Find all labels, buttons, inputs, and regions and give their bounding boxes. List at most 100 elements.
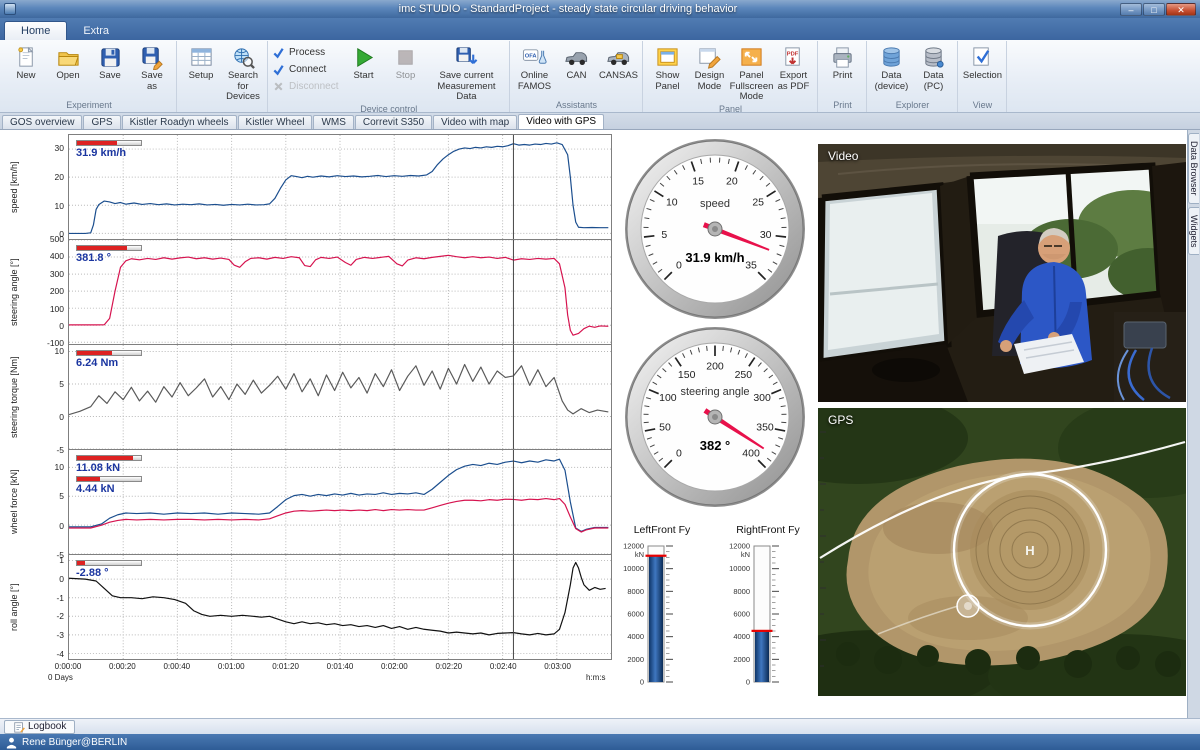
document-tab-bar: GOS overviewGPSKistler Roadyn wheelsKist… [0,113,1200,130]
side-tab-widgets[interactable]: Widgets [1188,207,1199,256]
ribbon-tab-home[interactable]: Home [4,21,67,40]
can-icon [564,45,589,70]
ribbon-group-device-control: ProcessConnect Disconnect Start Stop Save cu… [268,41,510,112]
y-tick-label: 10 [22,201,64,211]
new-document-icon [14,45,39,70]
svg-text:50: 50 [659,421,671,433]
maximize-button[interactable]: □ [1143,3,1165,16]
chart-steering-torque-nm: steering torque [Nm]1050-56.24 Nm [6,344,612,450]
y-tick-label: 400 [22,251,64,261]
svg-text:5: 5 [661,229,667,241]
process-button[interactable]: Process [272,44,338,61]
logbook-tab[interactable]: Logbook [4,720,75,734]
y-tick-label: 300 [22,269,64,279]
save-button[interactable]: Save [90,42,130,100]
show-panel-button[interactable]: Show Panel [647,42,687,100]
readout-value: 11.08 kN [76,462,142,474]
design-mode-button[interactable]: Design Mode [689,42,729,100]
disconnect-button: Disconnect [272,78,338,95]
button-label: Selection [963,71,1002,82]
svg-text:0: 0 [746,678,750,687]
connect-check-icon [272,63,285,76]
readout-value: 381.8 ° [76,252,142,264]
save-icon [98,45,123,70]
new-button[interactable]: New [6,42,46,100]
ribbon-group-label: Explorer [870,100,954,112]
button-label: Disconnect [289,81,338,92]
svg-text:4000: 4000 [733,632,750,641]
button-label: Start [353,71,373,82]
cansas-button[interactable]: CANSAS [598,42,638,100]
meter-bar [649,556,663,682]
readout-value: 6.24 Nm [76,357,142,369]
chart-plot-roll-angle[interactable]: -2.88 ° [68,554,612,660]
print-button[interactable]: Print [822,42,862,100]
ribbon-tab-extra[interactable]: Extra [67,22,125,40]
gauge-value: 382 ° [700,438,731,453]
panel-tab-gos-overview[interactable]: GOS overview [2,115,82,129]
svg-text:150: 150 [678,369,696,381]
svg-text:400: 400 [742,448,760,460]
x-tick-label: 0:00:20 [102,662,142,671]
fullscreen-icon [739,45,764,70]
y-tick-label: 30 [22,143,64,153]
readout-value: -2.88 ° [76,567,142,579]
y-tick-label: 1 [22,555,64,565]
panel-fullscreen-mode-button[interactable]: Panel Fullscreen Mode [731,42,771,104]
data-device-button[interactable]: Data (device) [871,42,911,100]
gps-widget: H GPS [818,408,1186,696]
panel-tab-kistler-roadyn-wheels[interactable]: Kistler Roadyn wheels [122,115,237,129]
readout-bar-fill [77,351,112,355]
button-label: CAN [566,71,586,82]
search-devices-icon [231,45,256,70]
online-famos-button[interactable]: OFAOnline FAMOS [514,42,554,100]
save-current-measurement-data-button[interactable]: Save current Measurement Data [427,42,505,104]
logbook-icon [13,721,25,733]
panel-tab-video-with-map[interactable]: Video with map [433,115,517,129]
svg-text:6000: 6000 [627,610,644,619]
setup-table-icon [189,45,214,70]
readout-bar [76,245,142,251]
chart-plot-wheel-force-kn[interactable]: 11.08 kN4.44 kN [68,449,612,555]
chart-plot-speed-km-h[interactable]: 31.9 km/h [68,134,612,240]
button-label: Setup [189,71,214,82]
logbook-label: Logbook [28,721,66,732]
svg-text:2000: 2000 [733,655,750,664]
open-button[interactable]: Open [48,42,88,100]
setup-button[interactable]: Setup [181,42,221,100]
readout-bar [76,140,142,146]
panel-tab-kistler-wheel[interactable]: Kistler Wheel [238,115,313,129]
panel-tab-wms[interactable]: WMS [313,115,353,129]
save-data-icon [454,45,479,70]
panel-tab-gps[interactable]: GPS [83,115,120,129]
panel-tab-correvit-s350[interactable]: Correvit S350 [355,115,432,129]
chart-plot-steering-torque-nm[interactable]: 6.24 Nm [68,344,612,450]
start-button[interactable]: Start [343,42,383,100]
connect-button[interactable]: Connect [272,61,338,78]
button-label: Stop [396,71,416,82]
print-icon [830,45,855,70]
export-as-pdf-button[interactable]: PDFExport as PDF [773,42,813,100]
readout-bar-fill [77,477,100,481]
selection-button[interactable]: Selection [962,42,1002,100]
can-button[interactable]: CAN [556,42,596,100]
search-for-devices-button[interactable]: Search for Devices [223,42,263,104]
side-tab-data-browser[interactable]: Data Browser [1188,133,1199,204]
panel-tab-video-with-gps[interactable]: Video with GPS [518,114,604,129]
data-pc-button[interactable]: Data (PC) [913,42,953,100]
ribbon-group-misc-1: Setup Search for Devices [177,41,268,112]
chart-plot-steering-angle[interactable]: 381.8 ° [68,239,612,345]
window-title: imc STUDIO - StandardProject - steady st… [16,3,1120,15]
close-button[interactable]: ✕ [1166,3,1196,16]
minimize-button[interactable]: – [1120,3,1142,16]
gps-map-image: H [818,408,1186,696]
steering-angle-gauge: 050100150200250300350400steering angle38… [622,324,808,510]
readout-bar-fill [77,141,117,145]
meter-unit: kN [741,550,750,559]
time-axis: 0:00:000:00:200:00:400:01:000:01:200:01:… [6,660,612,686]
x-axis-days-label: 0 Days [48,673,73,682]
button-label: Save current Measurement Data [430,71,502,103]
button-label: Show Panel [650,71,684,92]
save-as-button[interactable]: Save as [132,42,172,100]
button-label: CANSAS [599,71,638,82]
